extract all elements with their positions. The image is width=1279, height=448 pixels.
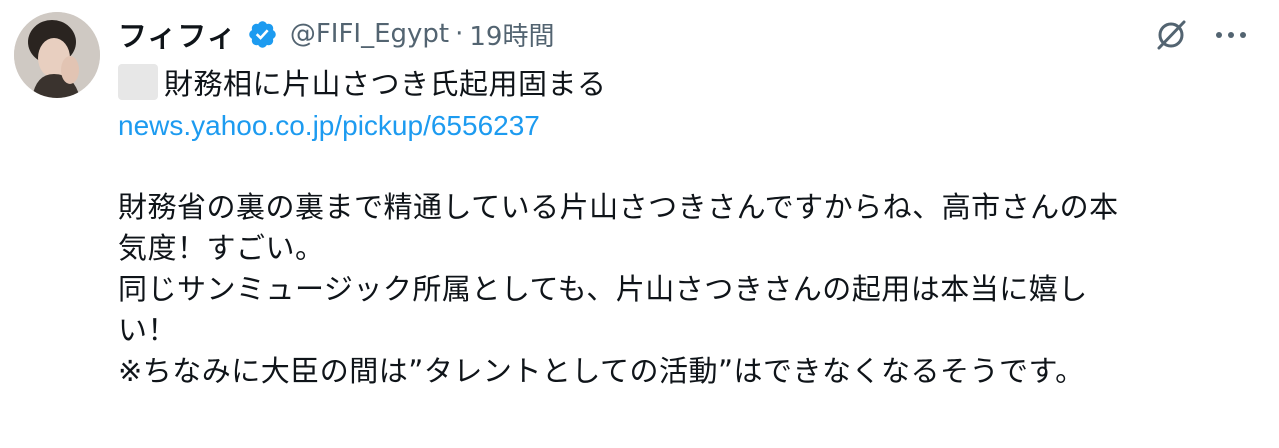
tweet-timestamp[interactable]: 19時間 xyxy=(469,16,554,53)
profile-photo xyxy=(14,12,100,98)
avatar[interactable] xyxy=(14,12,100,98)
author-display-name[interactable]: フィフィ xyxy=(118,13,237,55)
more-icon xyxy=(1216,32,1246,38)
separator-dot: · xyxy=(455,19,464,49)
grok-icon xyxy=(1157,20,1186,50)
more-button[interactable] xyxy=(1211,17,1251,53)
news-link[interactable]: news.yahoo.co.jp/pickup/6556237 xyxy=(118,110,540,141)
tweet-body-line: ※ちなみに大臣の間は”タレントとしての活動”はできなくなるそうです。 xyxy=(118,354,1085,388)
tweet-body-line: 財務省の裏の裏まで精通している片山さつきさんですからね、高市さんの本 xyxy=(118,190,1119,224)
author-handle[interactable]: @FIFI_Egypt xyxy=(290,19,449,49)
tweet-body-line: い！ xyxy=(118,313,178,347)
tweet-headline: 財務相に片山さつき氏起用固まる xyxy=(164,67,607,101)
grok-button[interactable] xyxy=(1153,17,1189,53)
tweet-text: 財務相に片山さつき氏起用固まる news.yahoo.co.jp/pickup/… xyxy=(118,64,1258,392)
tweet-headline-line: 財務相に片山さつき氏起用固まる xyxy=(118,64,1258,105)
tweet-body-line: 同じサンミュージック所属としても、片山さつきさんの起用は本当に嬉し xyxy=(118,272,1088,306)
tweet-link-line: news.yahoo.co.jp/pickup/6556237 xyxy=(118,105,1258,146)
tweet-header: フィフィ @FIFI_Egypt · 19時間 xyxy=(118,10,554,58)
verified-badge-icon xyxy=(249,20,276,48)
emoji-placeholder xyxy=(118,64,158,100)
tweet-body-line: 気度！すごい。 xyxy=(118,231,325,265)
